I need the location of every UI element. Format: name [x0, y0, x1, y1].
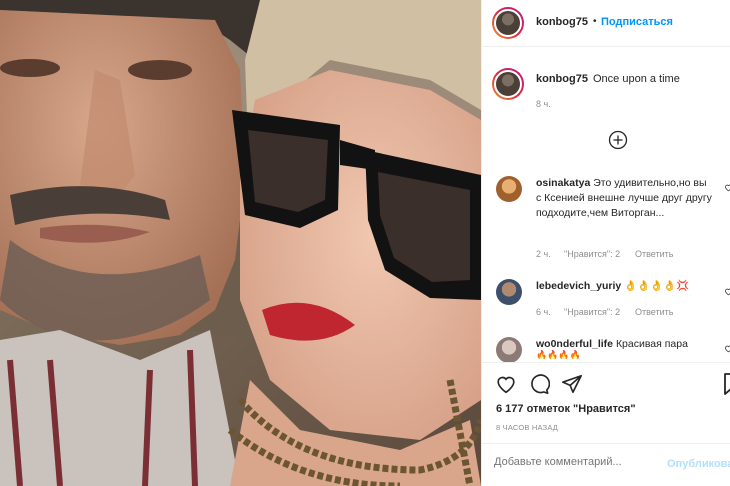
post-side-panel: konbog75 • Подписаться konbog75 Once upo… [481, 0, 730, 486]
publish-button[interactable]: Опубликовать [667, 458, 730, 470]
comment-username[interactable]: wo0nderful_life [536, 338, 613, 350]
post-timestamp[interactable]: 8 ЧАСОВ НАЗАД [496, 423, 558, 432]
likes-count[interactable]: 6 177 отметок "Нравится" [496, 403, 636, 415]
selfie-image [0, 0, 481, 486]
share-paper-plane-icon[interactable] [561, 373, 583, 395]
caption-username[interactable]: konbog75 [536, 73, 588, 85]
add-comment-input[interactable] [494, 456, 654, 468]
comment-emoji: 🔥🔥🔥🔥 [536, 350, 581, 359]
comment-username[interactable]: osinakatya [536, 177, 590, 189]
comment-text: Красивая пара [615, 338, 688, 350]
reply-button[interactable]: Ответить [635, 249, 673, 259]
comment-username[interactable]: lebedevich_yuriy [536, 280, 621, 292]
load-more-comments-icon[interactable] [608, 130, 628, 150]
post-photo[interactable] [0, 0, 481, 486]
author-username[interactable]: konbog75 [536, 16, 588, 28]
follow-separator: • [593, 16, 597, 27]
comment-body: lebedevich_yuriy 👌👌👌👌💢 [536, 279, 714, 294]
comment-text: 👌👌👌👌💢 [624, 280, 690, 292]
like-comment-heart-icon[interactable] [724, 344, 730, 353]
comment-body: osinakatya Это удивительно,но вы с Ксени… [536, 176, 714, 221]
like-comment-heart-icon[interactable] [724, 287, 730, 296]
bookmark-icon[interactable] [724, 373, 730, 395]
commenter-avatar[interactable] [496, 279, 522, 305]
divider [482, 362, 730, 363]
comment-likes[interactable]: "Нравится": 2 [564, 249, 620, 259]
like-heart-icon[interactable] [495, 373, 517, 395]
comment-time: 6 ч. [536, 307, 551, 317]
add-comment-bar: Опубликовать [482, 444, 730, 486]
post-header: konbog75 • Подписаться [482, 0, 730, 47]
author-avatar[interactable] [492, 7, 524, 39]
comment-time: 2 ч. [536, 249, 551, 259]
reply-button[interactable]: Ответить [635, 307, 673, 317]
caption-avatar[interactable] [492, 68, 524, 100]
follow-button[interactable]: Подписаться [601, 16, 673, 28]
commenter-avatar[interactable] [496, 176, 522, 202]
like-comment-heart-icon[interactable] [724, 183, 730, 192]
caption-time: 8 ч. [536, 99, 551, 109]
commenter-avatar[interactable] [496, 337, 522, 363]
comment-likes[interactable]: "Нравится": 2 [564, 307, 620, 317]
comment-bubble-icon[interactable] [528, 373, 550, 395]
caption-text: Once upon a time [593, 73, 680, 85]
